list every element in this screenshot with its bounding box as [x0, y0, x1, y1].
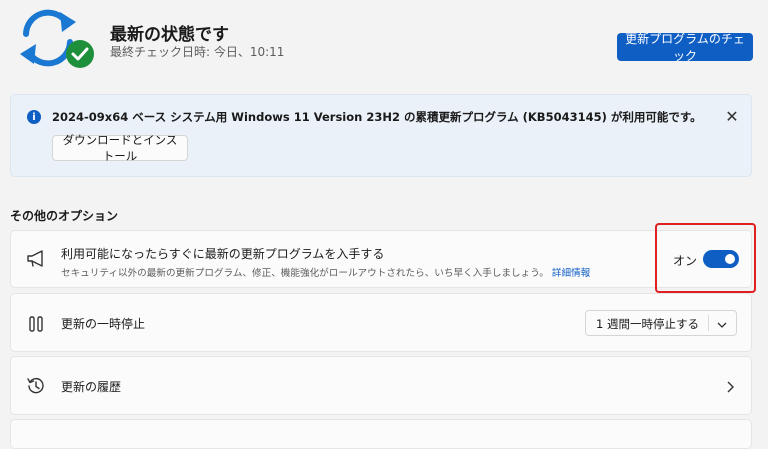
pause-duration-value: 1 週間一時停止する [596, 317, 699, 331]
latest-updates-card: 利用可能になったらすぐに最新の更新プログラムを入手する セキュリティ以外の最新の… [10, 230, 752, 288]
highlight-box [655, 223, 756, 293]
latest-updates-description: セキュリティ以外の最新の更新プログラム、修正、機能強化がロールアウトされたら、い… [61, 265, 590, 279]
select-divider [708, 315, 709, 331]
info-icon: i [27, 110, 41, 124]
close-icon[interactable]: ✕ [721, 105, 743, 127]
update-available-text: 2024-09x64 ベース システム用 Windows 11 Version … [52, 110, 702, 124]
history-icon [26, 376, 46, 396]
last-checked-text: 最終チェック日時: 今日、10:11 [110, 45, 285, 59]
description-text: セキュリティ以外の最新の更新プログラム、修正、機能強化がロールアウトされたら、い… [61, 268, 549, 279]
chevron-right-icon[interactable] [724, 379, 736, 393]
section-title: その他のオプション [10, 209, 119, 223]
pause-updates-title: 更新の一時停止 [61, 317, 146, 331]
page-title: 最新の状態です [110, 25, 229, 45]
pause-icon [27, 315, 45, 333]
pause-updates-card: 更新の一時停止 1 週間一時停止する [10, 293, 752, 352]
chevron-down-icon[interactable] [716, 316, 728, 328]
latest-updates-title: 利用可能になったらすぐに最新の更新プログラムを入手する [61, 247, 385, 261]
learn-more-link[interactable]: 詳細情報 [552, 268, 590, 279]
megaphone-icon [25, 248, 47, 270]
update-history-title: 更新の履歴 [61, 380, 122, 394]
check-updates-button[interactable]: 更新プログラムのチェック [617, 32, 753, 63]
pause-duration-select[interactable]: 1 週間一時停止する [585, 310, 737, 336]
sync-status-icon [14, 8, 98, 72]
download-install-button[interactable]: ダウンロードとインストール [52, 133, 188, 163]
update-history-card[interactable]: 更新の履歴 [10, 356, 752, 415]
next-option-card[interactable] [10, 419, 752, 449]
update-available-infobar: i 2024-09x64 ベース システム用 Windows 11 Versio… [10, 94, 752, 177]
